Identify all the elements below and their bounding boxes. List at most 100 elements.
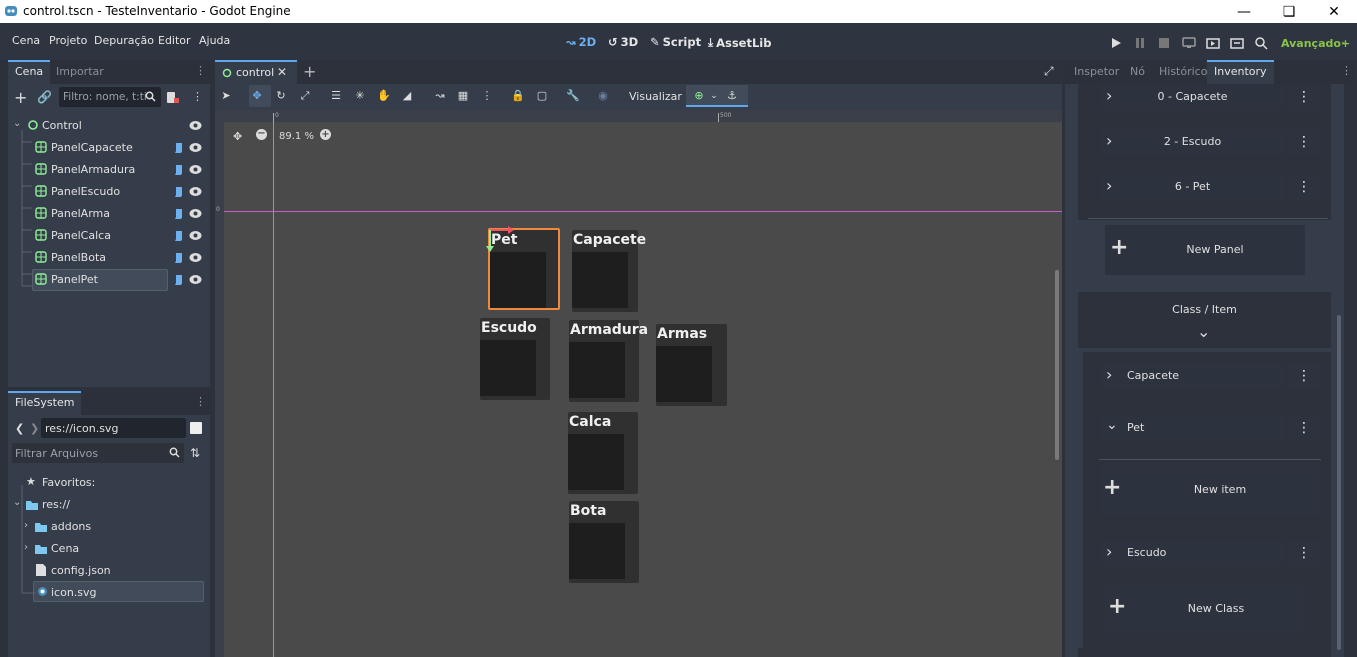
tab-filesystem[interactable]: FileSystem [8,391,82,415]
maximize-button[interactable]: ❏ [1266,0,1312,23]
dock-menu-icon[interactable]: ⋮ [195,64,206,77]
file-item-icon-svg[interactable]: icon.svg [33,581,204,602]
menu-ajuda[interactable]: Ajuda [199,34,230,47]
add-node-button[interactable]: + [14,88,27,107]
script-attached-icon[interactable] [174,274,184,286]
visualizar-menu[interactable]: Visualizar [629,90,682,103]
script-attached-icon[interactable] [174,164,184,176]
dock-menu-icon[interactable]: ⋮ [195,395,206,408]
class-menu-button[interactable]: ⋮ [1288,540,1320,566]
tab-cena[interactable]: Cena [8,60,51,84]
menu-editor[interactable]: Editor [158,34,191,47]
panel-item-escudo[interactable]: › 2 - Escudo [1100,129,1285,155]
panel-item-menu-button[interactable]: ⋮ [1288,174,1320,200]
workspace-2d[interactable]: ↝ 2D [566,35,596,49]
tree-node-panelpet[interactable]: PanelPet [8,269,208,291]
smart-snap-icon[interactable]: ↝ [433,89,447,103]
tree-node-panelbota[interactable]: PanelBota [8,248,208,268]
workspace-script[interactable]: ✎ Script [650,35,701,49]
class-item-header[interactable]: Class / Item ⌄ [1078,292,1331,348]
grid-snap-icon[interactable]: ▦ [456,89,470,103]
tree-node-panelarmadura[interactable]: PanelArmadura [8,160,208,180]
move-mode-icon[interactable]: ✥ [250,89,264,103]
canvas-panel-armas[interactable]: Armas [656,324,727,406]
minimize-button[interactable]: — [1221,0,1267,23]
script-attached-icon[interactable] [174,142,184,154]
visibility-eye-icon[interactable] [189,208,202,219]
canvas-viewport[interactable]: 0 500 0 ✥ − 89.1 % + Pet Capacete Escudo… [215,110,1062,657]
tab-control[interactable]: control ✕ [215,60,297,84]
canvas-panel-bota[interactable]: Bota [569,501,639,583]
viewport-scrollbar[interactable] [1055,270,1059,460]
script-attached-icon[interactable] [174,186,184,198]
canvas-panel-escudo[interactable]: Escudo [480,318,550,400]
dock-menu-icon[interactable]: ⋮ [1341,64,1352,77]
file-item-cena[interactable]: Cena [51,542,79,555]
list-select-icon[interactable]: ☰ [329,89,343,103]
menu-depuracao[interactable]: Depuração [94,34,154,47]
distraction-free-icon[interactable]: ⤢ [1044,64,1054,79]
panel-item-pet[interactable]: › 6 - Pet [1100,174,1285,200]
visibility-eye-icon[interactable] [189,120,202,131]
sort-icon[interactable]: ⇅ [190,446,200,460]
visibility-eye-icon[interactable] [189,252,202,263]
tab-inventory[interactable]: Inventory [1207,60,1274,84]
zoom-in-icon[interactable]: + [320,129,331,140]
back-arrow-icon[interactable]: ❮ [15,422,24,435]
pause-button[interactable] [1134,37,1146,49]
attach-script-icon[interactable] [166,91,179,104]
play-custom-scene-button[interactable] [1230,37,1244,49]
path-field[interactable]: res://icon.svg [41,418,186,438]
anchor-icon[interactable]: ⚓ [725,89,739,103]
tree-node-panelescudo[interactable]: PanelEscudo [8,182,208,202]
class-menu-button[interactable]: ⋮ [1288,415,1320,441]
chevron-down-icon[interactable]: ⌄ [1340,36,1348,47]
forward-arrow-icon[interactable]: ❯ [30,422,39,435]
script-attached-icon[interactable] [174,252,184,264]
canvas-panel-calca[interactable]: Calca [568,412,638,494]
play-scene-button[interactable] [1206,37,1220,49]
panel-item-capacete[interactable]: › 0 - Capacete [1100,84,1285,110]
anchor-preset-icon[interactable]: ⊕ [692,89,706,103]
menu-cena[interactable]: Cena [12,34,40,47]
visibility-eye-icon[interactable] [189,142,202,153]
pan-mode-icon[interactable]: ✋ [377,89,391,103]
group-icon[interactable]: ▢ [535,89,549,103]
tab-historico[interactable]: Histórico [1152,60,1214,84]
class-menu-button[interactable]: ⋮ [1288,363,1320,389]
camera-override-icon[interactable]: ◉ [596,89,610,103]
file-root-label[interactable]: res:// [42,498,70,511]
visibility-eye-icon[interactable] [189,274,202,285]
scene-menu-icon[interactable]: ⋮ [192,90,203,103]
ruler-mode-icon[interactable]: ◢ [400,89,414,103]
tab-no[interactable]: Nó [1123,60,1152,84]
class-row-pet[interactable]: ⌄ Pet [1100,415,1285,441]
remote-debug-button[interactable] [1182,37,1196,49]
class-row-escudo[interactable]: › Escudo [1100,540,1285,566]
skeleton-icon[interactable]: 🔧 [566,89,580,103]
visibility-eye-icon[interactable] [189,230,202,241]
workspace-3d[interactable]: ↺ 3D [608,35,638,49]
split-mode-icon[interactable] [190,422,202,434]
play-button[interactable] [1110,37,1122,49]
panel-item-menu-button[interactable]: ⋮ [1288,129,1320,155]
chevron-down-icon[interactable]: ⌄ [13,118,21,129]
new-panel-button[interactable]: + New Panel [1105,225,1305,275]
file-item-addons[interactable]: addons [51,520,91,533]
snap-options-icon[interactable]: ⋮ [480,89,494,103]
new-class-button[interactable]: + New Class [1105,584,1305,634]
stop-button[interactable] [1158,37,1170,49]
select-mode-icon[interactable]: ➤ [219,89,233,103]
movie-maker-button[interactable] [1254,36,1268,50]
close-window-button[interactable]: ✕ [1311,0,1357,23]
tree-node-panelcapacete[interactable]: PanelCapacete [8,138,208,158]
menu-projeto[interactable]: Projeto [49,34,87,47]
visibility-eye-icon[interactable] [189,186,202,197]
canvas-panel-pet[interactable]: Pet [486,226,560,310]
visibility-eye-icon[interactable] [189,164,202,175]
lock-icon[interactable]: 🔒 [511,89,525,103]
center-view-icon[interactable]: ✥ [233,130,242,143]
script-attached-icon[interactable] [174,230,184,242]
tree-node-panelcalca[interactable]: PanelCalca [8,226,208,246]
zoom-level[interactable]: 89.1 % [279,131,314,142]
